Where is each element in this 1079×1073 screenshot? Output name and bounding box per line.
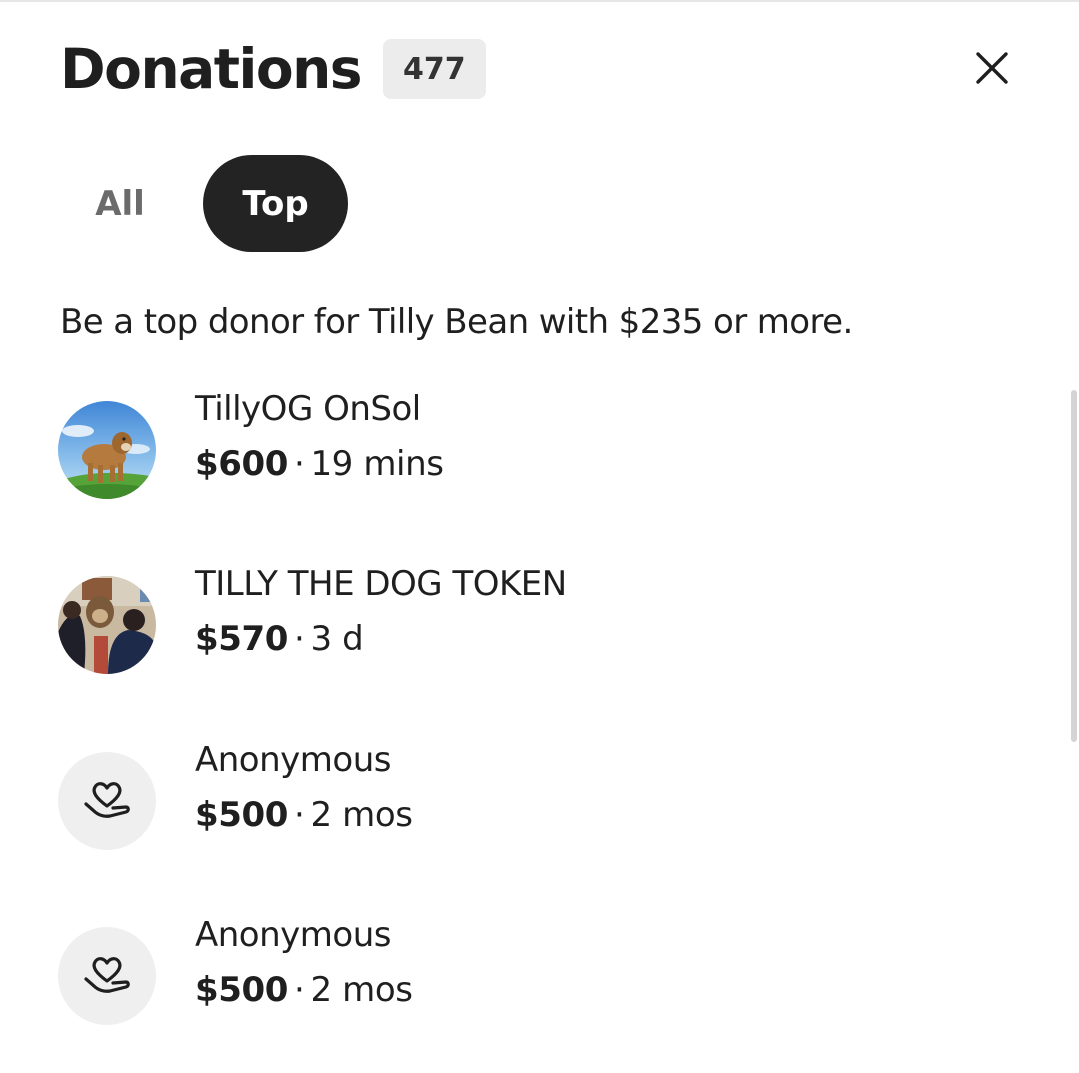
donation-time: 2 mos: [310, 970, 413, 1010]
donor-name: Anonymous: [195, 740, 391, 780]
dog-photo-avatar: [58, 401, 156, 499]
meta-separator: ·: [294, 444, 305, 484]
tab-top[interactable]: Top: [203, 155, 348, 252]
donation-row[interactable]: Anonymous $500 · 2 mos: [58, 740, 1018, 850]
donation-meta: $600 · 19 mins: [195, 435, 444, 493]
donor-info: Anonymous $500 · 2 mos: [195, 909, 413, 1019]
anonymous-avatar: [58, 752, 156, 850]
meta-separator: ·: [294, 795, 305, 835]
donation-amount: $500: [195, 970, 289, 1010]
donation-time: 19 mins: [310, 444, 444, 484]
donation-row[interactable]: Anonymous $500 · 2 mos: [58, 915, 1018, 1025]
group-photo-avatar: [58, 576, 156, 674]
donor-info: TILLY THE DOG TOKEN $570 · 3 d: [195, 558, 567, 668]
meta-separator: ·: [294, 619, 305, 659]
scrollbar[interactable]: [1071, 390, 1077, 742]
donation-row[interactable]: TillyOG OnSol $600 · 19 mins: [58, 389, 1018, 499]
heart-hand-icon: [84, 782, 130, 818]
donor-info: TillyOG OnSol $600 · 19 mins: [195, 383, 444, 493]
donation-tabs: All Top: [60, 155, 348, 252]
anonymous-avatar: [58, 927, 156, 1025]
donation-count-badge: 477: [383, 39, 486, 99]
donation-amount: $600: [195, 444, 289, 484]
donation-meta: $500 · 2 mos: [195, 961, 413, 1019]
donor-name: Anonymous: [195, 915, 391, 955]
donation-meta: $570 · 3 d: [195, 610, 567, 668]
donation-amount: $570: [195, 619, 289, 659]
panel-header: Donations 477: [60, 36, 486, 102]
meta-separator: ·: [294, 970, 305, 1010]
tab-all[interactable]: All: [60, 155, 180, 252]
donations-panel: Donations 477 All Top Be a top donor for…: [0, 0, 1079, 1073]
close-button[interactable]: [962, 38, 1022, 98]
heart-hand-icon: [84, 957, 130, 993]
top-donor-hint: Be a top donor for Tilly Bean with $235 …: [60, 302, 853, 342]
donation-time: 2 mos: [310, 795, 413, 835]
donor-info: Anonymous $500 · 2 mos: [195, 734, 413, 844]
donation-time: 3 d: [310, 619, 364, 659]
top-divider: [0, 0, 1079, 2]
close-icon: [976, 52, 1008, 84]
donor-name: TILLY THE DOG TOKEN: [195, 564, 567, 604]
donation-row[interactable]: TILLY THE DOG TOKEN $570 · 3 d: [58, 564, 1018, 674]
donor-name: TillyOG OnSol: [195, 389, 421, 429]
donation-amount: $500: [195, 795, 289, 835]
donation-meta: $500 · 2 mos: [195, 786, 413, 844]
page-title: Donations: [60, 37, 363, 101]
